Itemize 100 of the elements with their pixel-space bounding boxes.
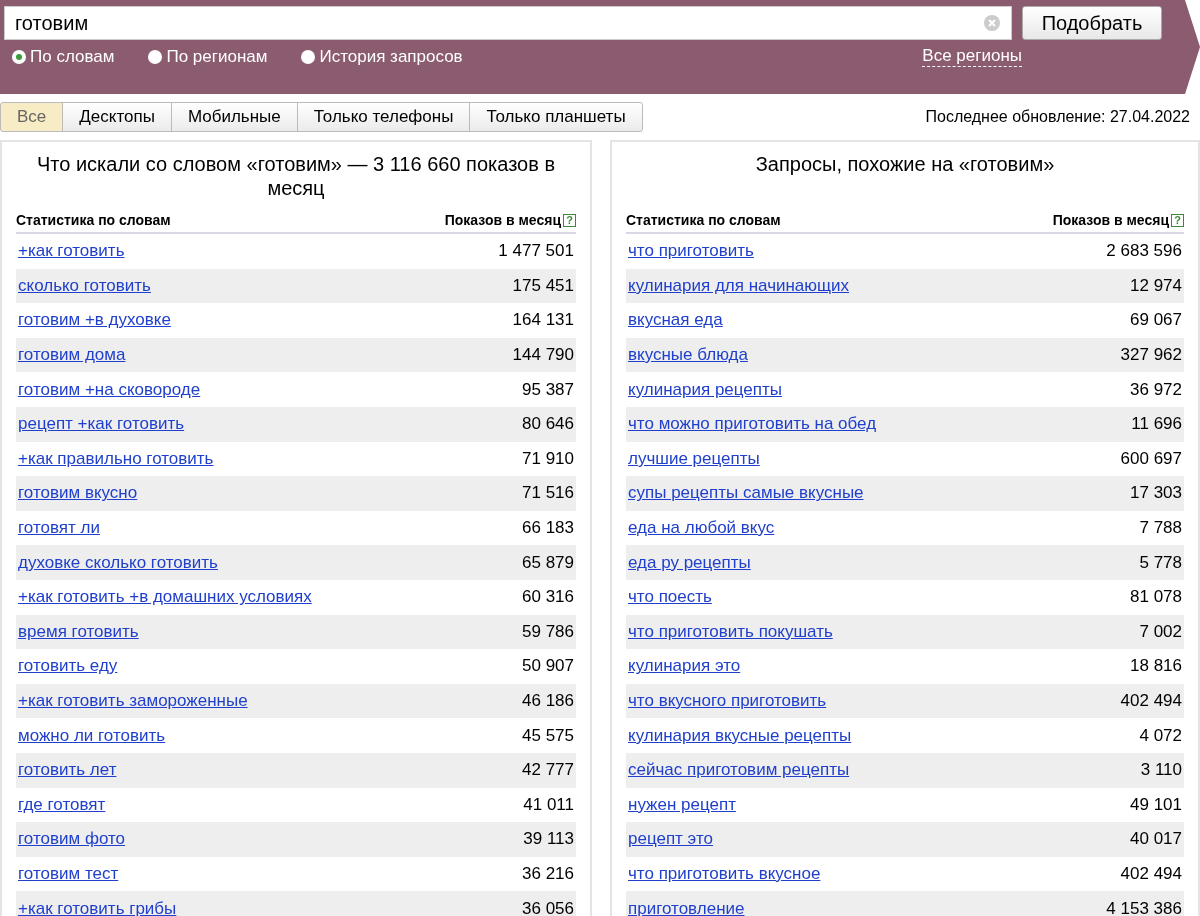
count-cell: 59 786: [522, 621, 574, 642]
last-update-text: Последнее обновление: 27.04.2022: [925, 108, 1190, 126]
device-tab[interactable]: Только планшеты: [469, 102, 643, 132]
count-cell: 164 131: [512, 310, 574, 331]
regions-link[interactable]: Все регионы: [922, 46, 1022, 67]
phrase-link[interactable]: можно ли готовить: [18, 725, 166, 746]
count-cell: 2 683 596: [1106, 241, 1182, 262]
help-icon[interactable]: ?: [563, 213, 576, 227]
phrase-link[interactable]: духовке сколько готовить: [18, 552, 218, 573]
count-cell: 45 575: [522, 725, 574, 746]
phrase-link[interactable]: рецепт +как готовить: [18, 414, 185, 435]
count-cell: 5 778: [1139, 552, 1182, 573]
phrase-link[interactable]: супы рецепты самые вкусные: [628, 483, 864, 504]
count-cell: 60 316: [522, 587, 574, 608]
device-tab[interactable]: Мобильные: [170, 102, 298, 132]
phrase-link[interactable]: сейчас приготовим рецепты: [628, 760, 850, 781]
device-tab[interactable]: Только телефоны: [296, 102, 471, 132]
phrase-link[interactable]: нужен рецепт: [628, 794, 736, 815]
phrase-link[interactable]: где готовят: [18, 794, 106, 815]
phrase-link[interactable]: еда ру рецепты: [628, 552, 751, 573]
help-icon[interactable]: ?: [1171, 213, 1184, 227]
column-header: Показов в месяц: [444, 212, 561, 228]
count-cell: 71 910: [522, 448, 574, 469]
count-cell: 11 696: [1131, 414, 1182, 435]
count-cell: 46 186: [522, 691, 574, 711]
phrase-link[interactable]: кулинария для начинающих: [628, 275, 850, 296]
phrase-link[interactable]: что поесть: [628, 587, 712, 608]
phrase-link[interactable]: готовим дома: [18, 345, 126, 366]
count-cell: 4 072: [1139, 725, 1182, 746]
radio-icon[interactable]: [12, 49, 26, 64]
count-cell: 175 451: [512, 275, 574, 296]
phrase-link[interactable]: время готовить: [18, 621, 139, 642]
count-cell: 600 697: [1120, 448, 1182, 469]
count-cell: 71 516: [522, 483, 574, 504]
count-cell: 7 002: [1139, 621, 1182, 642]
count-cell: 402 494: [1120, 691, 1182, 711]
phrase-link[interactable]: вкусная еда: [628, 310, 723, 331]
phrase-link[interactable]: что можно приготовить на обед: [628, 414, 877, 435]
radio-icon[interactable]: [148, 49, 163, 64]
phrase-link[interactable]: что приготовить: [628, 241, 754, 262]
count-cell: 36 056: [522, 898, 574, 916]
phrase-link[interactable]: что приготовить покушать: [628, 621, 833, 642]
phrase-link[interactable]: готовим тест: [18, 864, 119, 884]
phrase-link[interactable]: что вкусного приготовить: [628, 691, 827, 711]
phrase-link[interactable]: вкусные блюда: [628, 345, 748, 366]
phrase-link[interactable]: готовить лет: [18, 760, 117, 781]
count-cell: 95 387: [522, 379, 574, 400]
column-header: Статистика по словам: [16, 212, 171, 228]
phrase-link[interactable]: рецепт это: [628, 829, 713, 850]
phrase-link[interactable]: кулинария рецепты: [628, 379, 782, 400]
phrase-link[interactable]: готовим +в духовке: [18, 310, 171, 331]
count-cell: 144 790: [512, 345, 574, 366]
count-cell: 12 974: [1130, 275, 1182, 296]
phrase-link[interactable]: +как готовить: [18, 241, 125, 262]
radio-label: По словам: [30, 46, 115, 67]
phrase-link[interactable]: готовят ли: [18, 518, 100, 539]
phrase-link[interactable]: сколько готовить: [18, 275, 151, 296]
count-cell: 327 962: [1120, 345, 1182, 366]
radio-icon[interactable]: [301, 49, 316, 64]
count-cell: 66 183: [522, 518, 574, 539]
column-header: Показов в месяц: [1052, 212, 1169, 228]
phrase-link[interactable]: готовим фото: [18, 829, 125, 850]
count-cell: 4 153 386: [1106, 898, 1182, 916]
panel-title: Что искали со словом «готовим» — 3 116 660 показов в месяц: [35, 152, 556, 200]
phrase-link[interactable]: еда на любой вкус: [628, 518, 775, 539]
phrase-link[interactable]: готовим +на сковороде: [18, 379, 201, 400]
count-cell: 39 113: [523, 829, 574, 850]
count-cell: 40 017: [1130, 829, 1182, 850]
search-button[interactable]: Подобрать: [1022, 6, 1162, 40]
count-cell: 69 067: [1130, 310, 1182, 331]
phrase-link[interactable]: что приготовить вкусное: [628, 864, 821, 884]
phrase-link[interactable]: +как готовить +в домашних условиях: [18, 587, 312, 608]
count-cell: 1 477 501: [498, 241, 574, 262]
count-cell: 42 777: [522, 760, 574, 781]
count-cell: 17 303: [1130, 483, 1182, 504]
count-cell: 81 078: [1130, 587, 1182, 608]
phrase-link[interactable]: лучшие рецепты: [628, 448, 760, 469]
device-tab[interactable]: Все: [0, 102, 64, 132]
count-cell: 7 788: [1139, 518, 1182, 539]
mode-radio[interactable]: По словам: [12, 46, 115, 67]
phrase-link[interactable]: кулинария вкусные рецепты: [628, 725, 852, 746]
phrase-link[interactable]: +как готовить замороженные: [18, 691, 248, 711]
count-cell: 3 110: [1140, 760, 1182, 781]
count-cell: 18 816: [1130, 656, 1182, 677]
phrase-link[interactable]: +как правильно готовить: [18, 448, 214, 469]
count-cell: 65 879: [522, 552, 574, 573]
count-cell: 80 646: [522, 414, 574, 435]
count-cell: 41 011: [523, 794, 574, 815]
count-cell: 36 216: [522, 864, 574, 884]
phrase-link[interactable]: готовить еду: [18, 656, 118, 677]
count-cell: 50 907: [522, 656, 574, 677]
count-cell: 49 101: [1130, 794, 1182, 815]
panel-title: Запросы, похожие на «готовим»: [754, 152, 1056, 177]
column-header: Статистика по словам: [626, 212, 781, 228]
phrase-link[interactable]: готовим вкусно: [18, 483, 138, 504]
count-cell: 36 972: [1130, 379, 1182, 400]
device-tab[interactable]: Десктопы: [62, 102, 172, 132]
count-cell: 402 494: [1120, 864, 1182, 884]
search-field[interactable]: готовим: [4, 6, 1012, 40]
phrase-link[interactable]: кулинария это: [628, 656, 741, 677]
